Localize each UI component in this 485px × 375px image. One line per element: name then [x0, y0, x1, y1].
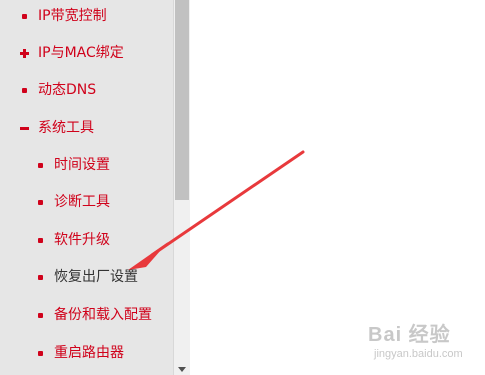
sidebar-item-label: 恢复出厂设置	[54, 269, 138, 285]
sidebar-item-label: 诊断工具	[54, 194, 110, 210]
sidebar-item-label: 软件升级	[54, 232, 110, 248]
bullet-icon	[38, 200, 43, 205]
watermark-url: jingyan.baidu.com	[374, 348, 463, 360]
watermark-logo: Bai 经验	[368, 324, 451, 346]
bullet-icon	[38, 163, 43, 168]
bullet-icon	[38, 351, 43, 356]
bullet-icon	[38, 275, 43, 280]
sidebar-item-label: 时间设置	[54, 157, 110, 173]
bullet-icon	[38, 313, 43, 318]
sidebar-item-label: IP与MAC绑定	[38, 45, 124, 61]
sidebar-scrollbar[interactable]	[173, 0, 190, 375]
plus-icon	[20, 49, 29, 58]
baidu-jingyan-watermark: Bai 经验 jingyan.baidu.com	[368, 318, 480, 370]
sidebar-item-label: 系统工具	[38, 120, 94, 136]
sidebar-item-label: 重启路由器	[54, 345, 124, 361]
scrollbar-thumb[interactable]	[175, 0, 189, 200]
sidebar-item-label: 动态DNS	[38, 82, 97, 98]
sidebar-item-label: IP带宽控制	[38, 8, 107, 24]
sidebar-menu: IP带宽控制 IP与MAC绑定 动态DNS 系统工具 时间设置 诊断工具 软件升…	[0, 0, 173, 375]
sidebar-item-label: 备份和载入配置	[54, 307, 152, 323]
router-admin-page: IP带宽控制 IP与MAC绑定 动态DNS 系统工具 时间设置 诊断工具 软件升…	[0, 0, 485, 375]
bullet-icon	[22, 88, 27, 93]
bullet-icon	[38, 238, 43, 243]
bullet-icon	[22, 14, 27, 19]
minus-icon	[20, 124, 29, 133]
scroll-down-arrow-icon[interactable]	[178, 367, 186, 372]
